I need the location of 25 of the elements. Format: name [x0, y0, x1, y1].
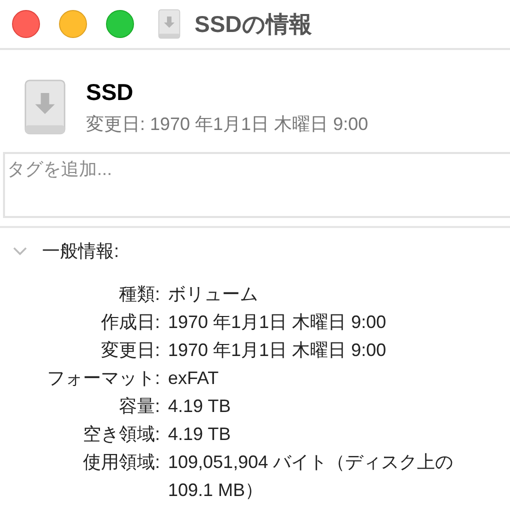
info-label: フォーマット: — [46, 367, 160, 390]
info-value: 4.19 TB — [168, 395, 232, 418]
info-label: 容量: — [118, 395, 160, 418]
window-title: SSDの情報 — [194, 10, 312, 39]
close-button[interactable] — [12, 10, 40, 38]
info-value: 1970 年1月1日 木曜日 9:00 — [168, 311, 388, 334]
drive-icon — [158, 9, 180, 39]
info-label: 種類: — [118, 283, 160, 306]
minimize-button[interactable] — [59, 10, 87, 38]
drive-icon — [24, 78, 66, 134]
chevron-icon[interactable] — [12, 246, 28, 256]
info-label: 変更日: — [100, 339, 160, 362]
section-title: 一般情報: — [42, 240, 120, 262]
volume-name: SSD — [86, 78, 134, 107]
info-value: 1970 年1月1日 木曜日 9:00 — [168, 339, 388, 362]
info-value: 4.19 TB — [168, 423, 232, 446]
tag-field[interactable]: タグを追加... — [3, 152, 510, 218]
zoom-button[interactable] — [106, 10, 134, 38]
info-label: 空き領域: — [82, 423, 160, 446]
info-value: ボリューム — [168, 283, 259, 306]
modified-date: 変更日: 1970 年1月1日 木曜日 9:00 — [86, 112, 368, 136]
info-label: 作成日: — [100, 311, 160, 334]
info-value: exFAT — [168, 367, 220, 390]
info-value: 109,051,904 バイト（ディスク上の109.1 MB） — [168, 451, 454, 502]
info-label: 使用領域: — [82, 451, 160, 474]
